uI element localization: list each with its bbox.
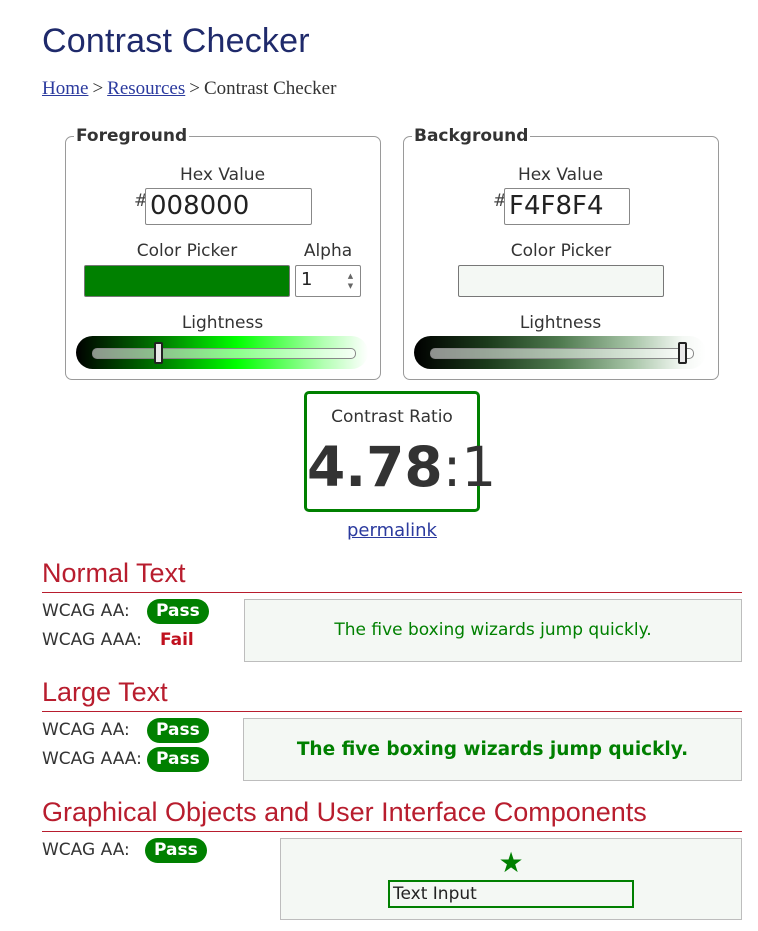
foreground-lightness-label: Lightness (181, 313, 264, 333)
breadcrumb-current: Contrast Checker (203, 78, 337, 99)
contrast-ratio-label: Contrast Ratio (331, 407, 453, 427)
large-aa-badge: Pass (147, 718, 209, 743)
graphical-preview: ★ Text Input (280, 838, 742, 920)
permalink-link[interactable]: permalink (0, 520, 758, 541)
alpha-stepper[interactable]: ▲ ▼ (345, 272, 356, 290)
breadcrumb-resources-link[interactable]: Resources (107, 78, 185, 99)
normal-text-preview: The five boxing wizards jump quickly. (244, 599, 742, 662)
background-legend: Background (414, 126, 529, 146)
large-aaa-badge: Pass (147, 747, 209, 772)
foreground-hex-label: Hex Value (179, 165, 266, 185)
page-title: Contrast Checker (42, 22, 310, 60)
background-hex-label: Hex Value (517, 165, 604, 185)
foreground-alpha-input[interactable]: 1 ▲ ▼ (295, 265, 361, 297)
contrast-ratio-box: Contrast Ratio 4.78:1 (304, 391, 496, 512)
graphical-aa-badge: Pass (145, 838, 207, 863)
foreground-alpha-value: 1 (301, 269, 313, 290)
large-aaa-label: WCAG AAA: (42, 749, 142, 769)
stepper-down-icon[interactable]: ▼ (348, 282, 353, 290)
graphical-aa-label: WCAG AA: (42, 840, 130, 860)
background-hex-input[interactable]: F4F8F4 (504, 188, 630, 225)
contrast-ratio-suffix: :1 (442, 435, 497, 499)
stepper-up-icon[interactable]: ▲ (348, 272, 353, 280)
normal-aaa-badge: Fail (160, 630, 194, 650)
breadcrumb-separator: > (92, 78, 104, 99)
background-lightness-thumb[interactable] (677, 342, 687, 364)
background-color-picker[interactable] (458, 265, 664, 297)
normal-aa-badge: Pass (147, 599, 209, 624)
normal-aa-label: WCAG AA: (42, 601, 130, 621)
star-icon: ★ (498, 846, 524, 879)
sample-text-input[interactable]: Text Input (388, 880, 634, 908)
normal-aaa-label: WCAG AAA: (42, 630, 142, 650)
normal-text-heading: Normal Text (42, 557, 742, 593)
large-text-heading: Large Text (42, 676, 742, 712)
normal-sample-text: The five boxing wizards jump quickly. (334, 620, 652, 640)
large-sample-text: The five boxing wizards jump quickly. (296, 739, 689, 760)
large-text-preview: The five boxing wizards jump quickly. (243, 718, 742, 781)
foreground-legend: Foreground (76, 126, 188, 146)
graphical-objects-heading: Graphical Objects and User Interface Com… (42, 796, 742, 832)
foreground-color-picker-label: Color Picker (136, 241, 238, 261)
foreground-lightness-thumb[interactable] (153, 342, 163, 364)
background-color-picker-label: Color Picker (510, 241, 612, 261)
foreground-hex-input[interactable]: 008000 (145, 188, 312, 225)
breadcrumb-separator: > (189, 78, 200, 99)
foreground-color-picker[interactable] (84, 265, 290, 297)
background-lightness-slider[interactable] (430, 348, 694, 359)
breadcrumb: Home > Resources > Contrast Checker (42, 78, 336, 100)
contrast-ratio-number: 4.78 (307, 435, 443, 499)
foreground-lightness-slider[interactable] (92, 348, 356, 359)
contrast-ratio-value: 4.78:1 (307, 432, 496, 502)
background-lightness-label: Lightness (519, 313, 602, 333)
breadcrumb-home-link[interactable]: Home (42, 78, 88, 99)
foreground-alpha-label: Alpha (303, 241, 353, 261)
large-aa-label: WCAG AA: (42, 720, 130, 740)
